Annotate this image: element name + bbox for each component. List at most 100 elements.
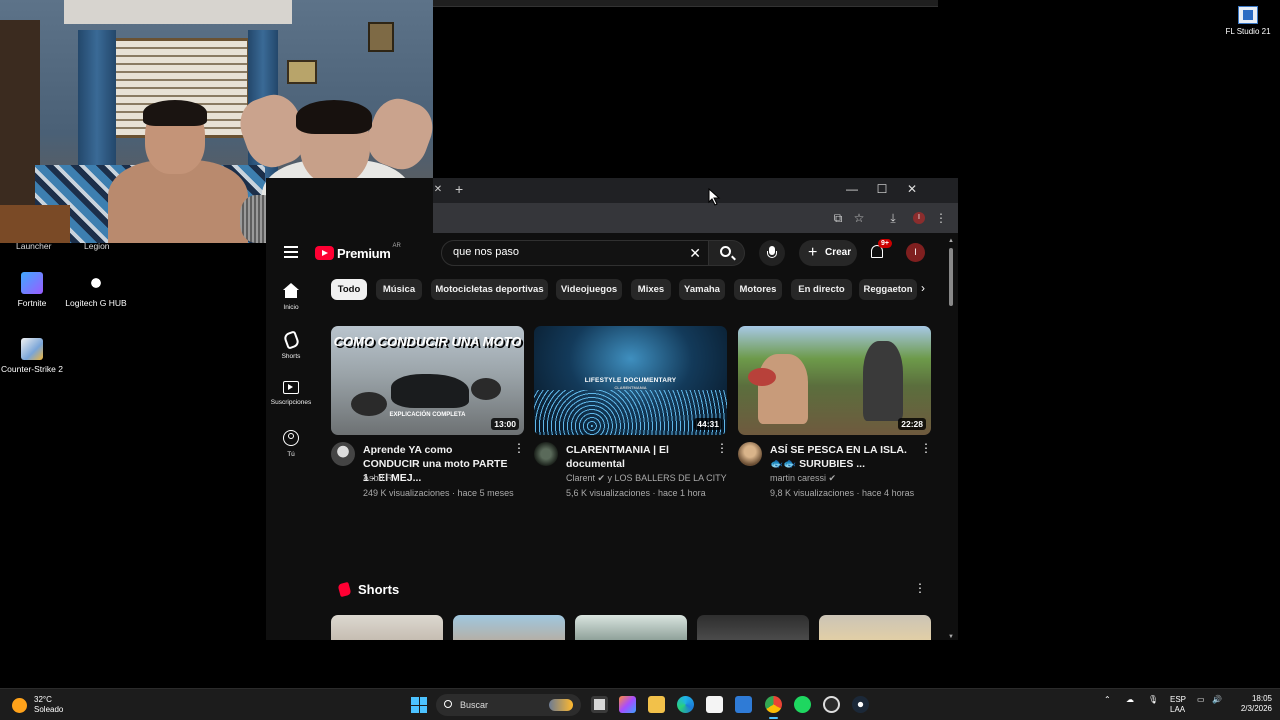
chip-videojuegos[interactable]: Videojuegos	[556, 279, 622, 300]
install-app-icon[interactable]: ⧉	[830, 210, 846, 226]
task-view-icon[interactable]	[591, 696, 608, 713]
taskbar-search-label: Buscar	[460, 700, 489, 710]
new-tab-button[interactable]: +	[455, 181, 463, 197]
chip-motocicletas-deportivas[interactable]: Motocicletas deportivas	[431, 279, 548, 300]
video-card[interactable]: 22:28 ASÍ SE PESCA EN LA ISLA. 🐟🐟 SURUBI…	[738, 326, 932, 498]
display-tray-icon[interactable]: ▭	[1197, 695, 1205, 704]
language-indicator[interactable]: ESP LAA	[1170, 695, 1186, 715]
language-code: ESP	[1170, 695, 1187, 704]
short-thumbnail[interactable]	[575, 615, 687, 640]
sidebar-item-suscripciones[interactable]: Suscripciones	[266, 381, 316, 406]
short-thumbnail[interactable]	[697, 615, 809, 640]
create-button[interactable]: + Crear	[799, 240, 857, 266]
steam-icon[interactable]	[852, 696, 869, 713]
home-icon	[283, 283, 299, 299]
shorts-icon	[282, 330, 300, 350]
video-thumbnail[interactable]: COMO CONDUCIR UNA MOTO EXPLICACIÓN COMPL…	[331, 326, 524, 435]
sidebar-item-tu[interactable]: Tú	[266, 430, 316, 458]
bookmark-star-icon[interactable]: ☆	[851, 210, 867, 226]
tab-close-icon[interactable]: ✕	[433, 184, 443, 195]
show-hidden-icons-chevron-icon[interactable]: ⌃	[1104, 695, 1111, 704]
short-thumbnail[interactable]	[819, 615, 931, 640]
channel-avatar[interactable]	[738, 442, 762, 466]
chrome-taskbar-icon[interactable]	[765, 696, 782, 719]
channel-name[interactable]: Clarent ✔ y LOS BALLERS DE LA CITY	[566, 473, 736, 484]
network-tray-icon[interactable]: ☁	[1126, 695, 1134, 704]
minimize-button[interactable]: —	[837, 182, 867, 196]
clear-search-icon[interactable]: ✕	[689, 245, 701, 262]
mail-icon[interactable]	[735, 696, 752, 713]
page-scrollbar[interactable]: ▲ ▼	[947, 238, 955, 640]
chip-reggaeton[interactable]: Reggaeton	[859, 279, 917, 300]
microsoft-store-icon[interactable]	[706, 696, 723, 713]
video-title[interactable]: ASÍ SE PESCA EN LA ISLA. 🐟🐟 SURUBIES ...	[770, 443, 915, 471]
youtube-play-icon	[315, 246, 334, 260]
edge-browser-icon[interactable]	[677, 696, 694, 713]
account-avatar[interactable]: I	[906, 243, 925, 262]
search-input[interactable]	[453, 246, 683, 258]
windows-logo-icon	[411, 697, 419, 705]
keyboard-layout-code: LAA	[1170, 705, 1186, 714]
browser-menu-icon[interactable]: ⋮	[933, 210, 949, 226]
copilot-icon[interactable]	[619, 696, 636, 713]
sidebar-item-label: Suscripciones	[270, 399, 312, 406]
spotify-icon[interactable]	[794, 696, 811, 713]
scroll-down-arrow-icon[interactable]: ▼	[948, 634, 954, 640]
channel-name[interactable]: martin caressi ✔	[770, 473, 940, 484]
channel-avatar[interactable]	[331, 442, 355, 466]
profile-avatar[interactable]: I	[913, 212, 925, 224]
channel-name[interactable]: Asbrl R	[363, 473, 533, 483]
desktop-icon-fortnite[interactable]: Fortnite	[0, 272, 67, 308]
search-highlight-icon	[549, 699, 573, 711]
system-clock[interactable]: 18:05 2/3/2026	[1232, 694, 1272, 714]
taskbar-search[interactable]: Buscar	[436, 694, 581, 716]
desktop-icon-counter-strike-2[interactable]: Counter-Strike 2	[0, 338, 67, 374]
video-thumbnail[interactable]: 22:28	[738, 326, 931, 435]
more-actions-icon[interactable]: ⋮	[920, 442, 932, 454]
more-actions-icon[interactable]: ⋮	[716, 442, 728, 454]
chip-en-directo[interactable]: En directo	[791, 279, 852, 300]
chrome-window: ✕ + — ☐ ✕ ⧉ ☆ ⤓ I ⋮ Premium AR ✕	[266, 178, 958, 640]
desktop-icon-fl-studio-21[interactable]: FL Studio 21	[1222, 6, 1274, 36]
thumbnail-title-text: LIFESTYLE DOCUMENTARY	[584, 377, 677, 384]
downloads-icon[interactable]: ⤓	[885, 210, 901, 226]
webcam-door	[0, 20, 40, 220]
weather-widget[interactable]: 32°C Soleado	[12, 695, 63, 715]
video-thumbnail[interactable]: LIFESTYLE DOCUMENTARY CLARENTMANIA 44:31	[534, 326, 727, 435]
chip-musica[interactable]: Música	[376, 279, 422, 300]
youtube-premium-logo[interactable]: Premium AR	[315, 243, 401, 261]
short-thumbnail[interactable]	[453, 615, 565, 640]
chip-mixes[interactable]: Mixes	[631, 279, 671, 300]
more-actions-icon[interactable]: ⋮	[513, 442, 525, 454]
volume-tray-icon[interactable]: 🔊	[1212, 695, 1222, 704]
counter-strike-2-icon	[21, 338, 43, 360]
scrollbar-thumb[interactable]	[949, 248, 953, 306]
short-thumbnail[interactable]	[331, 615, 443, 640]
file-explorer-icon[interactable]	[648, 696, 665, 713]
search-button[interactable]	[709, 240, 745, 266]
maximize-button[interactable]: ☐	[867, 182, 897, 196]
chip-yamaha[interactable]: Yamaha	[679, 279, 725, 300]
settings-gear-icon[interactable]	[823, 696, 840, 713]
chip-motores[interactable]: Motores	[734, 279, 782, 300]
mouse-cursor-icon	[708, 188, 721, 206]
close-window-button[interactable]: ✕	[897, 182, 927, 196]
shorts-section-heading: Shorts	[337, 581, 399, 598]
chevron-right-icon[interactable]: ›	[921, 281, 925, 295]
voice-search-button[interactable]	[759, 240, 785, 266]
video-card[interactable]: COMO CONDUCIR UNA MOTO EXPLICACIÓN COMPL…	[331, 326, 525, 498]
sidebar-item-inicio[interactable]: Inicio	[266, 283, 316, 311]
chip-todo[interactable]: Todo	[331, 279, 367, 300]
desktop-icon-logitech-g-hub[interactable]: Logitech G HUB	[60, 272, 132, 308]
video-metadata: 9,8 K visualizaciones · hace 4 horas	[770, 488, 915, 498]
channel-avatar[interactable]	[534, 442, 558, 466]
sidebar-item-shorts[interactable]: Shorts	[266, 330, 316, 360]
video-duration: 44:31	[694, 418, 722, 430]
scroll-up-arrow-icon[interactable]: ▲	[948, 238, 954, 244]
hamburger-menu-icon[interactable]	[284, 246, 298, 258]
video-card[interactable]: LIFESTYLE DOCUMENTARY CLARENTMANIA 44:31…	[534, 326, 728, 498]
more-actions-icon[interactable]: ⋮	[914, 581, 926, 595]
video-title[interactable]: CLARENTMANIA | El documental	[566, 443, 711, 471]
start-button[interactable]	[411, 697, 427, 713]
microphone-tray-icon[interactable]: 🎙	[1148, 695, 1158, 704]
